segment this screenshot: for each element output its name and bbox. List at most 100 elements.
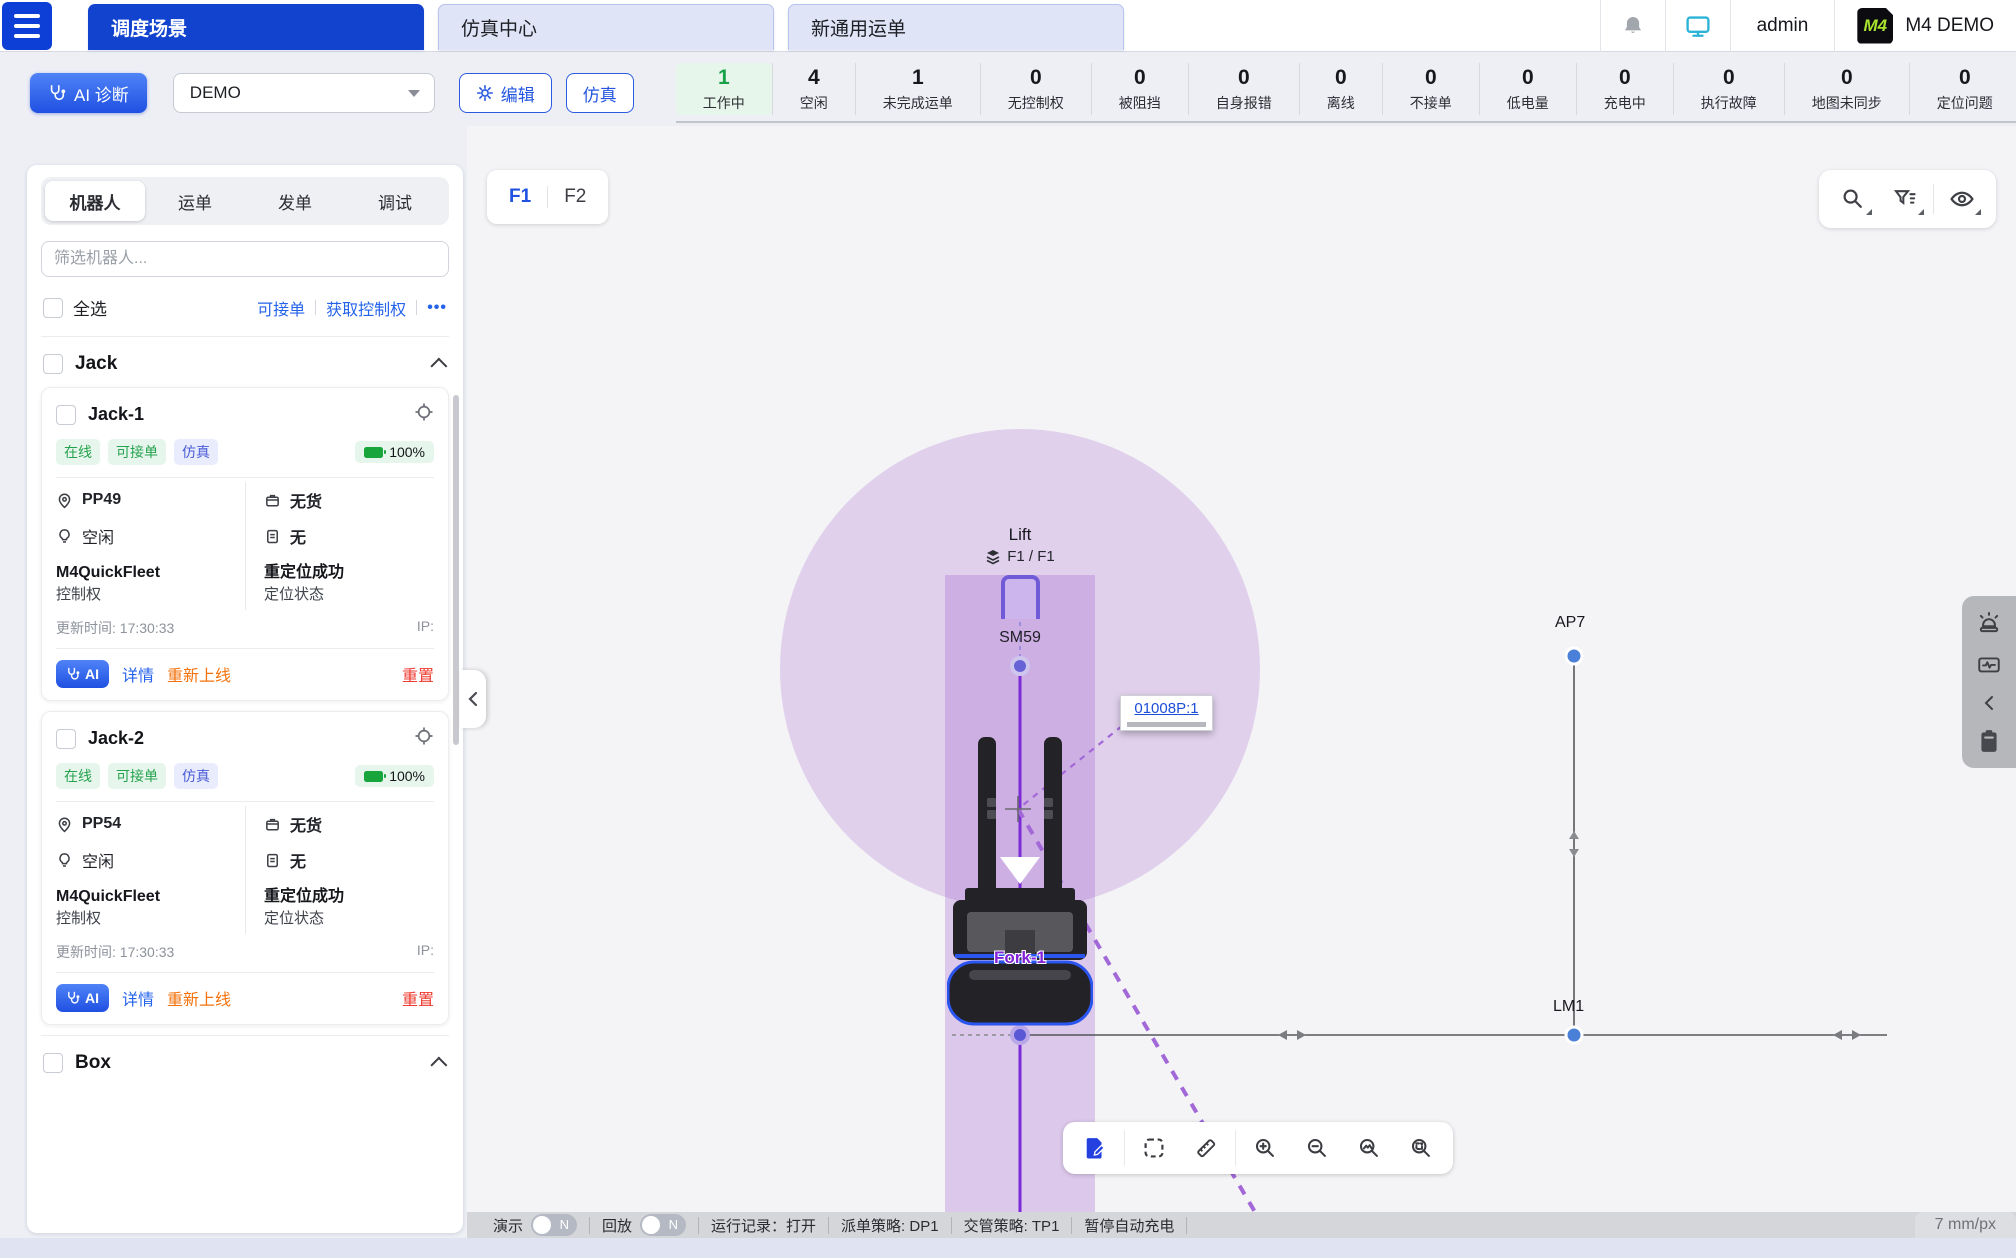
alarm-icon[interactable]: [1976, 610, 2002, 636]
monitor-icon[interactable]: [1666, 0, 1730, 51]
counter-执行故障[interactable]: 0执行故障: [1673, 63, 1784, 115]
order-tag[interactable]: 01008P:1: [1120, 695, 1213, 731]
counter-无控制权[interactable]: 0无控制权: [980, 63, 1091, 115]
floor-tab-f1[interactable]: F1: [493, 186, 548, 208]
clipboard-icon[interactable]: [1977, 728, 2001, 754]
counter-离线[interactable]: 0离线: [1299, 63, 1382, 115]
counter-不接单[interactable]: 0不接单: [1382, 63, 1479, 115]
layers-icon: [985, 549, 1001, 565]
counter-定位问题[interactable]: 0定位问题: [1909, 63, 2016, 115]
robot-card-jack-2[interactable]: Jack-2 在线可接单仿真100% PP54 空闲 无货 无 M4QuickF…: [41, 711, 449, 1025]
reonline-link[interactable]: 重新上线: [167, 986, 231, 1010]
ai-button[interactable]: AI: [56, 984, 109, 1012]
notification-bell-icon[interactable]: [1601, 0, 1665, 51]
stethoscope-icon: [48, 84, 66, 102]
map-canvas[interactable]: Lift F1 / F1 SM59 01008P:1: [467, 126, 2016, 1212]
status-counters: 1工作中4空闲1未完成运单0无控制权0被阻挡0自身报错0离线0不接单0低电量0充…: [676, 63, 2016, 123]
detail-link[interactable]: 详情: [122, 662, 154, 686]
pause-auto-charge[interactable]: 暂停自动充电: [1072, 1215, 1186, 1236]
badge: 在线: [56, 763, 100, 789]
tab-simulation-center[interactable]: 仿真中心: [438, 4, 774, 50]
simulate-button[interactable]: 仿真: [566, 73, 634, 113]
sidebar-scrollbar[interactable]: [453, 395, 459, 745]
group-checkbox[interactable]: [43, 1053, 63, 1073]
topbar-right: admin M4 M4 DEMO: [1600, 0, 2016, 51]
counter-低电量[interactable]: 0低电量: [1479, 63, 1576, 115]
topbar: 调度场景 仿真中心 新通用运单 admin M4 M4 DEMO: [0, 0, 2016, 52]
task-doc-icon: [264, 528, 281, 545]
reset-link[interactable]: 重置: [402, 986, 434, 1010]
tab-send-order[interactable]: 发单: [245, 181, 345, 221]
counter-自身报错[interactable]: 0自身报错: [1188, 63, 1299, 115]
ruler-icon[interactable]: [1180, 1126, 1232, 1170]
lift-door-icon[interactable]: [1001, 575, 1040, 619]
statusbar: 演示 N 回放 N 运行记录：打开 派单策略: DP1 交管策略: TP1 暂停…: [467, 1212, 2016, 1238]
demo-toggle[interactable]: N: [531, 1214, 577, 1236]
edit-button[interactable]: 编辑: [459, 73, 552, 113]
select-all-checkbox[interactable]: [43, 298, 63, 318]
loc-state-label: 定位状态: [264, 584, 434, 606]
acceptable-link[interactable]: 可接单: [257, 296, 305, 320]
eye-icon[interactable]: [1936, 176, 1988, 222]
search-icon[interactable]: [1827, 176, 1879, 222]
counter-被阻挡[interactable]: 0被阻挡: [1091, 63, 1188, 115]
draw-order-icon[interactable]: [1069, 1126, 1121, 1170]
canvas-right-dock: [1962, 596, 2016, 768]
group-checkbox[interactable]: [43, 354, 63, 374]
robot-cargo: 无货: [290, 488, 322, 512]
locate-crosshair-icon[interactable]: [414, 726, 434, 751]
tab-robots[interactable]: 机器人: [45, 181, 145, 221]
counter-工作中[interactable]: 1工作中: [676, 63, 772, 115]
scene-select[interactable]: DEMO: [173, 73, 435, 113]
sidebar-collapse-handle[interactable]: [460, 670, 486, 728]
reset-link[interactable]: 重置: [402, 662, 434, 686]
replay-toggle[interactable]: N: [640, 1214, 686, 1236]
select-region-icon[interactable]: [1128, 1126, 1180, 1170]
counter-未完成运单[interactable]: 1未完成运单: [855, 63, 980, 115]
tab-dispatch-scene[interactable]: 调度场景: [88, 4, 424, 50]
dispatch-strategy[interactable]: 派单策略: DP1: [829, 1215, 951, 1236]
battery-pill: 100%: [355, 441, 434, 463]
tab-debug[interactable]: 调试: [345, 181, 445, 221]
traffic-strategy[interactable]: 交管策略: TP1: [952, 1215, 1072, 1236]
canvas-top-tools: [1819, 170, 1996, 228]
filter-icon[interactable]: [1879, 176, 1931, 222]
stethoscope-icon: [66, 667, 80, 681]
robot-fork-1[interactable]: [947, 732, 1093, 1032]
counter-空闲[interactable]: 4空闲: [772, 63, 855, 115]
ai-diagnosis-button[interactable]: AI 诊断: [30, 73, 147, 113]
robot-card-jack-1[interactable]: Jack-1 在线可接单仿真100% PP49 空闲 无货 无 M4QuickF…: [41, 387, 449, 701]
zoom-in-icon[interactable]: [1239, 1126, 1291, 1170]
zoom-fit-image-icon[interactable]: [1343, 1126, 1395, 1170]
counter-充电中[interactable]: 0充电中: [1576, 63, 1673, 115]
bottom-strip: [0, 1238, 2016, 1258]
robot-filter-input[interactable]: [41, 241, 449, 277]
demo-label: 演示: [493, 1215, 523, 1236]
zoom-out-icon[interactable]: [1291, 1126, 1343, 1170]
get-control-link[interactable]: 获取控制权: [326, 296, 406, 320]
replay-label: 回放: [602, 1215, 632, 1236]
robot-status: 空闲: [82, 524, 114, 548]
chevron-left-icon[interactable]: [1982, 695, 1996, 711]
robot-checkbox[interactable]: [56, 405, 76, 425]
more-actions-icon[interactable]: •••: [427, 299, 447, 317]
reonline-link[interactable]: 重新上线: [167, 662, 231, 686]
hamburger-menu-icon[interactable]: [2, 2, 52, 50]
ai-button[interactable]: AI: [56, 660, 109, 688]
monitor-chart-icon[interactable]: [1976, 653, 2002, 679]
group-header-jack[interactable]: Jack: [41, 337, 449, 387]
robot-checkbox[interactable]: [56, 729, 76, 749]
locate-crosshair-icon[interactable]: [414, 402, 434, 427]
group-header-box[interactable]: Box: [41, 1035, 449, 1086]
zoom-selection-icon[interactable]: [1395, 1126, 1447, 1170]
tab-new-transport-order[interactable]: 新通用运单: [788, 4, 1124, 50]
robot-label: Fork-1: [947, 948, 1093, 968]
point-label-lm1: LM1: [1553, 998, 1584, 1016]
floor-tab-f2[interactable]: F2: [548, 186, 602, 208]
user-name[interactable]: admin: [1731, 15, 1835, 37]
run-records[interactable]: 运行记录：打开: [699, 1215, 828, 1236]
brand-name: M4 DEMO: [1905, 15, 1994, 37]
counter-地图未同步[interactable]: 0地图未同步: [1784, 63, 1909, 115]
detail-link[interactable]: 详情: [122, 986, 154, 1010]
tab-orders[interactable]: 运单: [145, 181, 245, 221]
